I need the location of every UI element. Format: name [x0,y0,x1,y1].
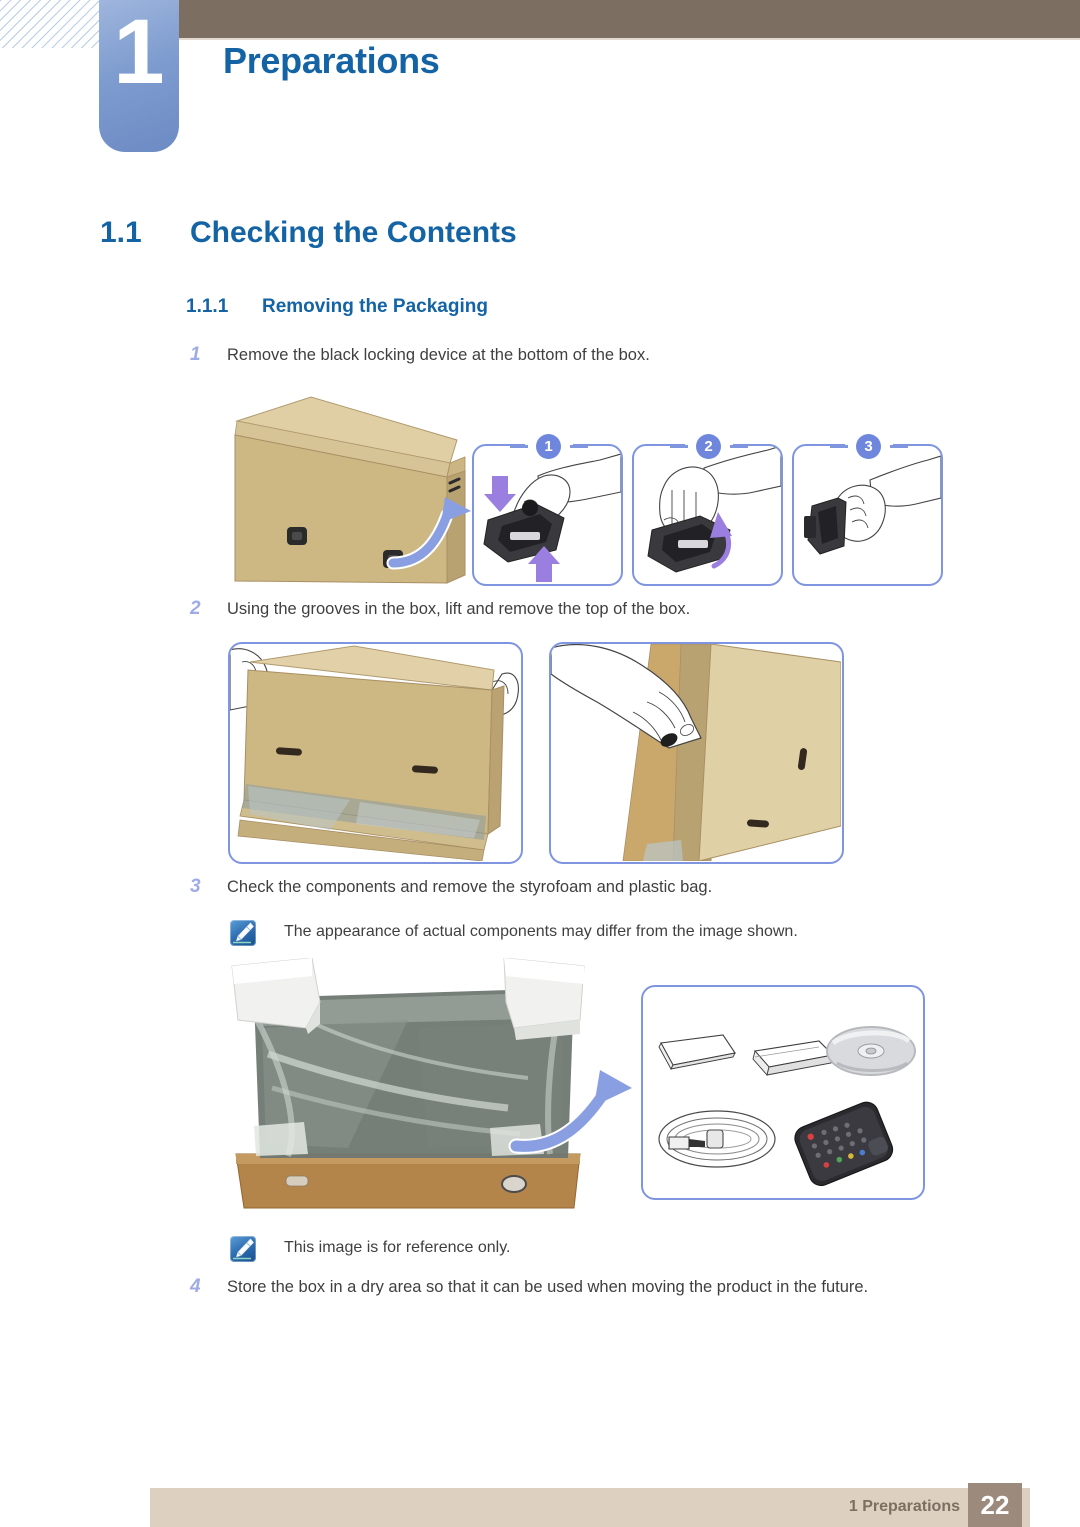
step-1-number: 1 [190,344,201,365]
note-pencil-icon [230,1236,256,1262]
section-heading-title: Checking the Contents [190,216,517,249]
note-1-text: The appearance of actual components may … [284,923,798,940]
step-2-text: Using the grooves in the box, lift and r… [227,600,691,618]
figure-packed-monitor [228,958,638,1220]
step-1-text: Remove the black locking device at the b… [227,346,650,364]
badge-tick-left-2 [670,445,688,448]
footer-section-label: 1 Preparations [848,1498,960,1515]
step-3-text: Check the components and remove the styr… [227,878,713,896]
header-hatch-decoration [0,0,112,48]
note-2-text: This image is for reference only. [284,1239,511,1256]
figure-panel-step2-2 [549,642,844,864]
badge-tick-left-1 [510,445,528,448]
step-4-number: 4 [190,1276,201,1297]
section-heading-number: 1.1 [100,216,142,249]
figure-badge-3: 3 [856,434,881,459]
section-heading-1-1-1: 1.1.1 Removing the Packaging [186,296,488,318]
chapter-badge: 1 [99,0,179,152]
footer-page-number: 22 [968,1483,1022,1527]
subsection-heading-title: Removing the Packaging [262,296,488,317]
figure-panel-step1-2 [632,444,783,586]
badge-tick-right-3 [890,445,908,448]
figure-panel-step1-3 [792,444,943,586]
section-heading-1-1: 1.1 Checking the Contents [100,216,517,250]
figure-badge-2: 2 [696,434,721,459]
step-3-number: 3 [190,876,201,897]
note-pencil-icon [230,920,256,946]
header-brown-bar [178,0,1080,38]
badge-tick-right-1 [570,445,588,448]
figure-panel-step2-1 [228,642,523,864]
subsection-heading-number: 1.1.1 [186,296,229,317]
figure-box-with-locking-devices [225,385,490,595]
chapter-badge-number: 1 [113,1,165,103]
badge-tick-right-2 [730,445,748,448]
figure-panel-accessories [641,985,925,1200]
badge-tick-left-3 [830,445,848,448]
figure-panel-step1-1 [472,444,623,586]
step-2-number: 2 [190,598,201,619]
figure-badge-1: 1 [536,434,561,459]
step-4-text: Store the box in a dry area so that it c… [227,1278,869,1296]
chapter-title: Preparations [223,40,440,81]
